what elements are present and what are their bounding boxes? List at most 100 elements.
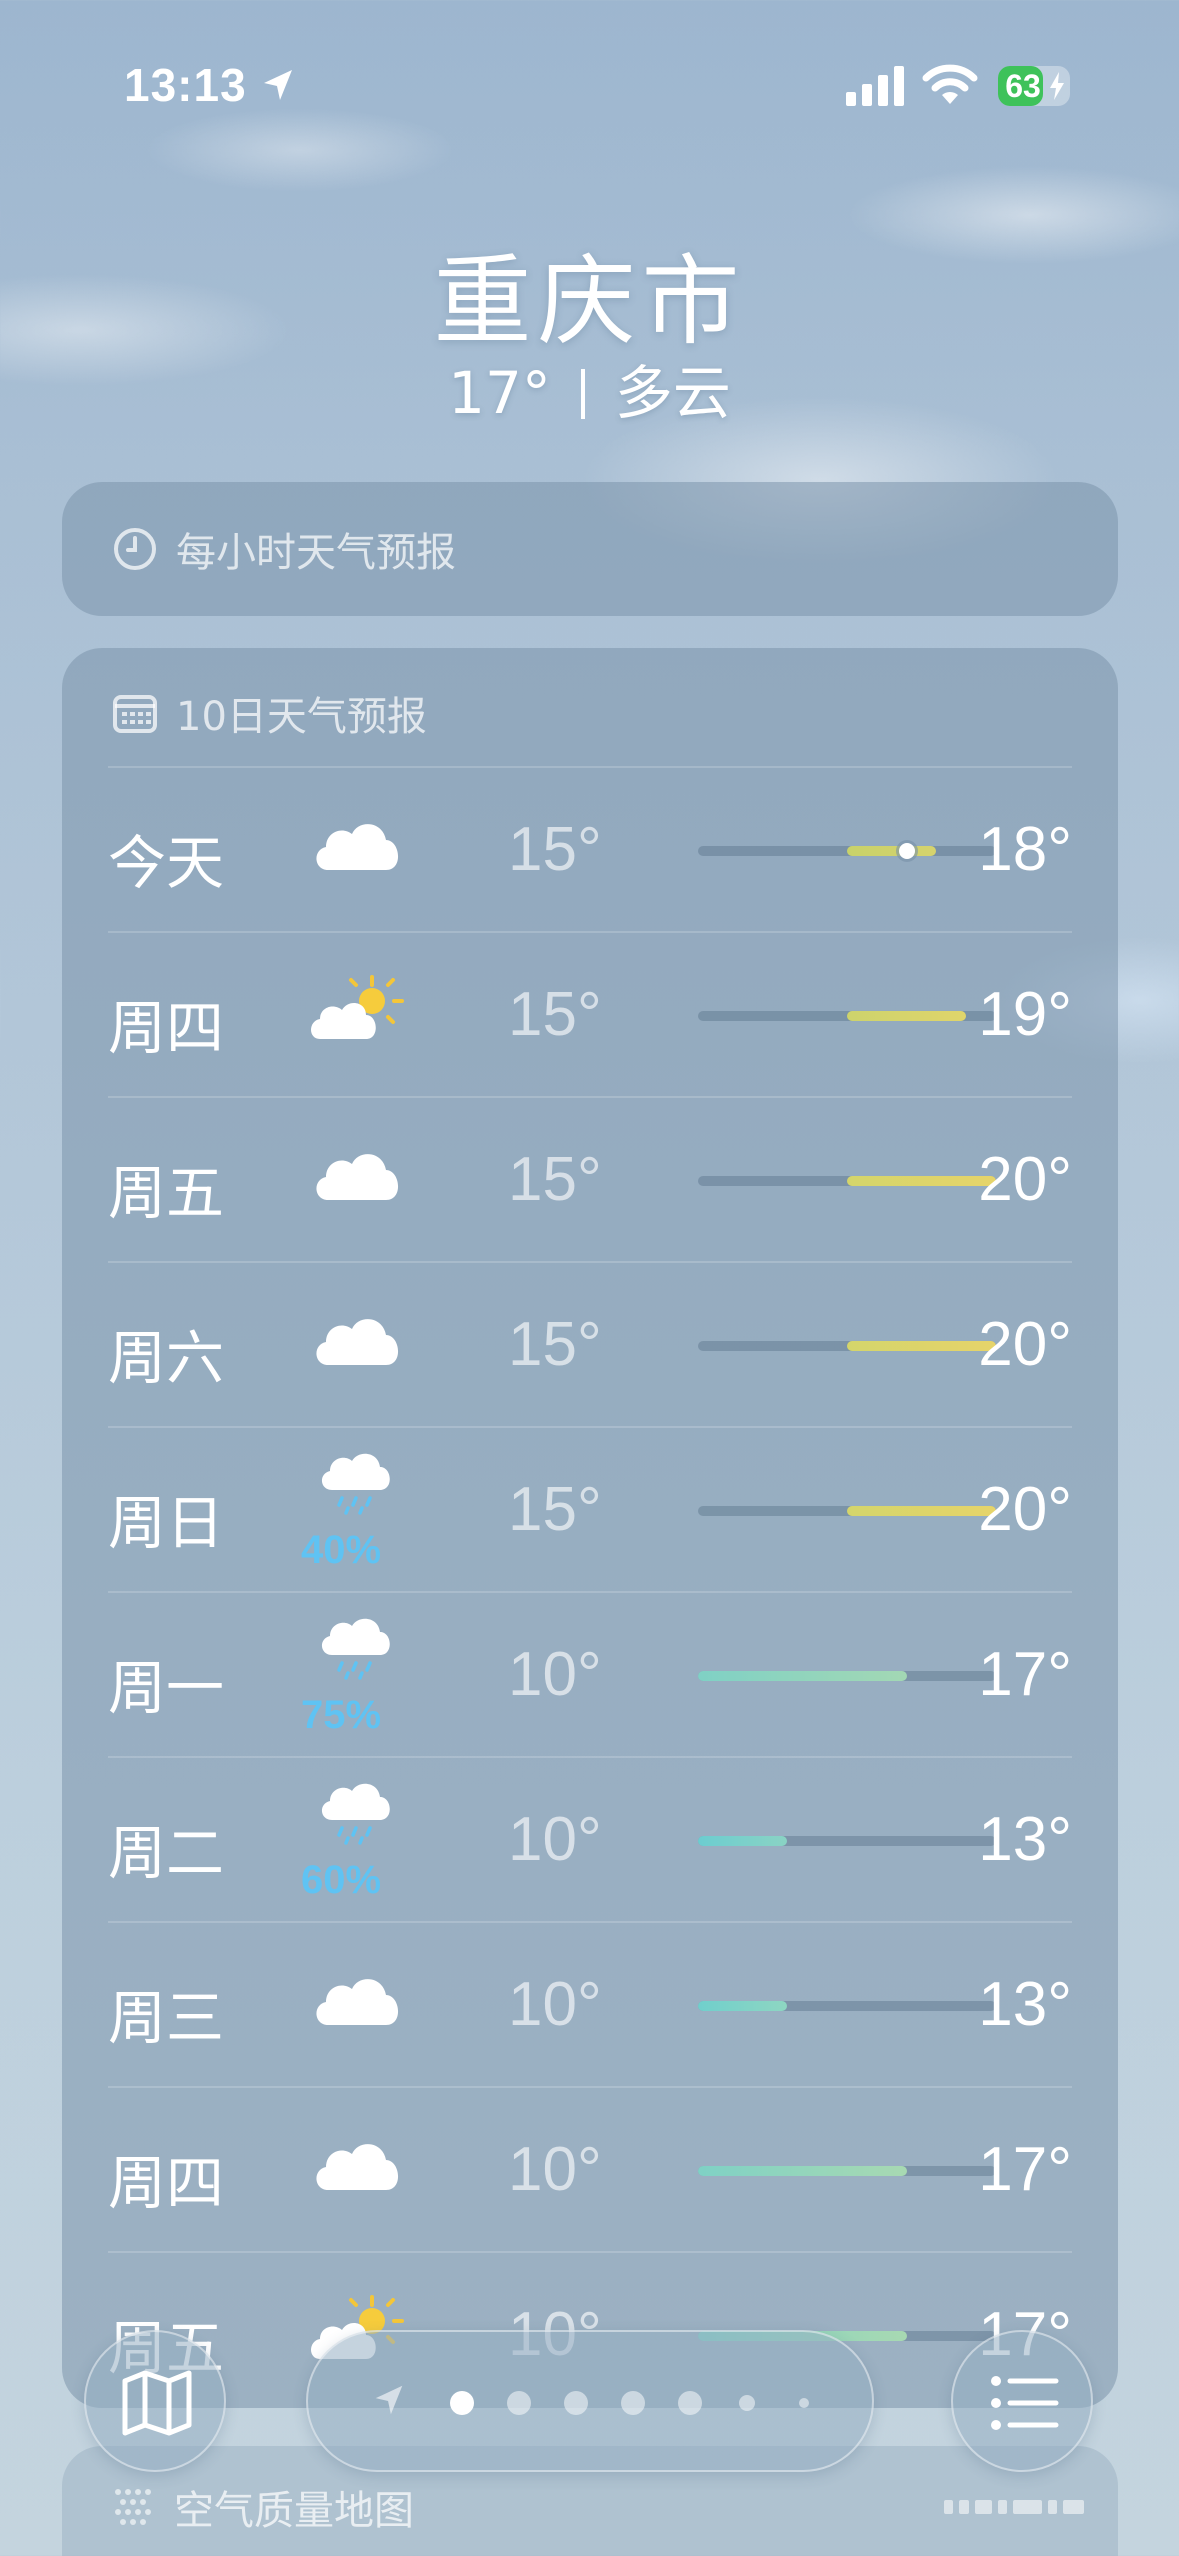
high-temperature: 20° [978, 1145, 1072, 1214]
air-quality-header: 空气质量地图 [110, 2478, 414, 2536]
day-label: 周二 [108, 1819, 225, 1887]
temperature-range-bar [698, 1341, 996, 1351]
high-temperature: 17° [978, 2135, 1072, 2204]
air-quality-icon [115, 2489, 151, 2525]
list-icon [991, 2376, 1059, 2430]
current-condition: 多云 [614, 359, 731, 427]
current-location-icon [375, 2385, 403, 2415]
page-dot[interactable] [507, 2391, 531, 2415]
separator [580, 369, 585, 419]
day-label: 周四 [108, 2149, 225, 2217]
forecast-rows: 今天 15° 18° 周四 15° 19° 周五 15° 20° 周六 15° 20° 周日 40% 15°… [108, 766, 1072, 2408]
temperature-range-bar [698, 1506, 996, 1516]
forecast-row[interactable]: 今天 15° 18° [108, 766, 1072, 931]
day-label: 今天 [108, 829, 225, 897]
low-temperature: 10° [508, 1805, 602, 1874]
temperature-range-fill [698, 1671, 907, 1681]
status-bar: 13:13 63 [0, 0, 1179, 170]
page-dot[interactable] [739, 2395, 755, 2411]
precipitation-chance: 60% [300, 1858, 382, 1902]
temperature-range-bar [698, 1671, 996, 1681]
hourly-forecast-panel[interactable]: 每小时天气预报 [62, 482, 1118, 616]
status-time: 13:13 [124, 59, 247, 111]
day-label: 周六 [108, 1324, 225, 1392]
high-temperature: 17° [978, 1640, 1072, 1709]
low-temperature: 15° [508, 980, 602, 1049]
forecast-row[interactable]: 周五 15° 20° [108, 1096, 1072, 1261]
temperature-range-fill [847, 1011, 967, 1021]
cellular-signal-icon [846, 66, 904, 106]
day-label: 周一 [108, 1654, 225, 1722]
forecast-row[interactable]: 周三 10° 13° [108, 1921, 1072, 2086]
page-dot[interactable] [799, 2398, 809, 2408]
temperature-range-bar [698, 1836, 996, 1846]
cloud-icon [308, 2130, 408, 2200]
day-label: 周日 [108, 1489, 225, 1557]
ten-day-forecast-panel[interactable]: 10日天气预报 今天 15° 18° 周四 15° 19° 周五 15° 20° 周六 15° 20°… [62, 648, 1118, 2408]
temperature-range-bar [698, 1176, 996, 1186]
cloud-rain-icon [308, 1613, 408, 1683]
temperature-range-fill [847, 1176, 996, 1186]
page-dot[interactable] [564, 2391, 588, 2415]
page-dot[interactable] [678, 2391, 702, 2415]
precipitation-chance: 75% [300, 1693, 382, 1737]
high-temperature: 13° [978, 1970, 1072, 2039]
wifi-icon [922, 64, 978, 104]
battery-percent: 63 [1005, 68, 1041, 104]
cloud-icon [308, 1305, 408, 1375]
temperature-range-fill [847, 1341, 996, 1351]
hourly-forecast-title: 每小时天气预报 [176, 530, 456, 576]
low-temperature: 15° [508, 1145, 602, 1214]
map-button[interactable] [84, 2330, 226, 2472]
temperature-range-bar [698, 1011, 996, 1021]
day-label: 周三 [108, 1984, 225, 2052]
low-temperature: 15° [508, 1475, 602, 1544]
cloud-icon [308, 1965, 408, 2035]
map-icon [122, 2370, 192, 2436]
hourly-forecast-header: 每小时天气预报 [112, 520, 456, 578]
forecast-row[interactable]: 周一 75% 10° 17° [108, 1591, 1072, 1756]
current-temperature: 17° [448, 359, 551, 427]
low-temperature: 15° [508, 1310, 602, 1379]
high-temperature: 20° [978, 1475, 1072, 1544]
high-temperature: 20° [978, 1310, 1072, 1379]
ten-day-forecast-title: 10日天气预报 [176, 694, 427, 740]
precipitation-chance: 40% [300, 1528, 382, 1572]
ten-day-forecast-header: 10日天气预报 [112, 684, 427, 742]
forecast-row[interactable]: 周日 40% 15° 20° [108, 1426, 1072, 1591]
temperature-range-fill [698, 2166, 907, 2176]
clock-icon [114, 528, 156, 570]
forecast-row[interactable]: 周六 15° 20° [108, 1261, 1072, 1426]
cloud-rain-icon [308, 1448, 408, 1518]
day-label: 周五 [108, 1159, 225, 1227]
temperature-range-fill [847, 846, 937, 856]
temperature-range-bar [698, 2166, 996, 2176]
page-dot[interactable] [621, 2391, 645, 2415]
forecast-row[interactable]: 周二 60% 10° 13° [108, 1756, 1072, 1921]
temperature-range-fill [847, 1506, 996, 1516]
calendar-icon [113, 695, 157, 733]
high-temperature: 19° [978, 980, 1072, 1049]
forecast-row[interactable]: 周四 10° 17° [108, 2086, 1072, 2251]
temperature-range-bar [698, 843, 996, 859]
home-indicator [944, 2500, 1084, 2514]
page-dot[interactable] [450, 2391, 474, 2415]
forecast-row[interactable]: 周四 15° 19° [108, 931, 1072, 1096]
day-label: 周四 [108, 994, 225, 1062]
current-temperature-dot [898, 843, 915, 859]
city-name: 重庆市 [433, 245, 746, 359]
city-list-button[interactable] [951, 2330, 1093, 2472]
partly-sunny-icon [308, 975, 408, 1045]
low-temperature: 10° [508, 2135, 602, 2204]
page-indicator[interactable] [306, 2330, 874, 2472]
low-temperature: 15° [508, 815, 602, 884]
cloud-rain-icon [308, 1778, 408, 1848]
air-quality-title: 空气质量地图 [174, 2488, 414, 2534]
battery-indicator: 63 [998, 66, 1070, 106]
low-temperature: 10° [508, 1640, 602, 1709]
charging-bolt-icon [1050, 72, 1064, 100]
current-conditions: 17° 多云 [0, 346, 1179, 430]
temperature-range-fill [698, 1836, 788, 1846]
temperature-range-fill [698, 2001, 788, 2011]
location-arrow-icon [264, 70, 292, 100]
